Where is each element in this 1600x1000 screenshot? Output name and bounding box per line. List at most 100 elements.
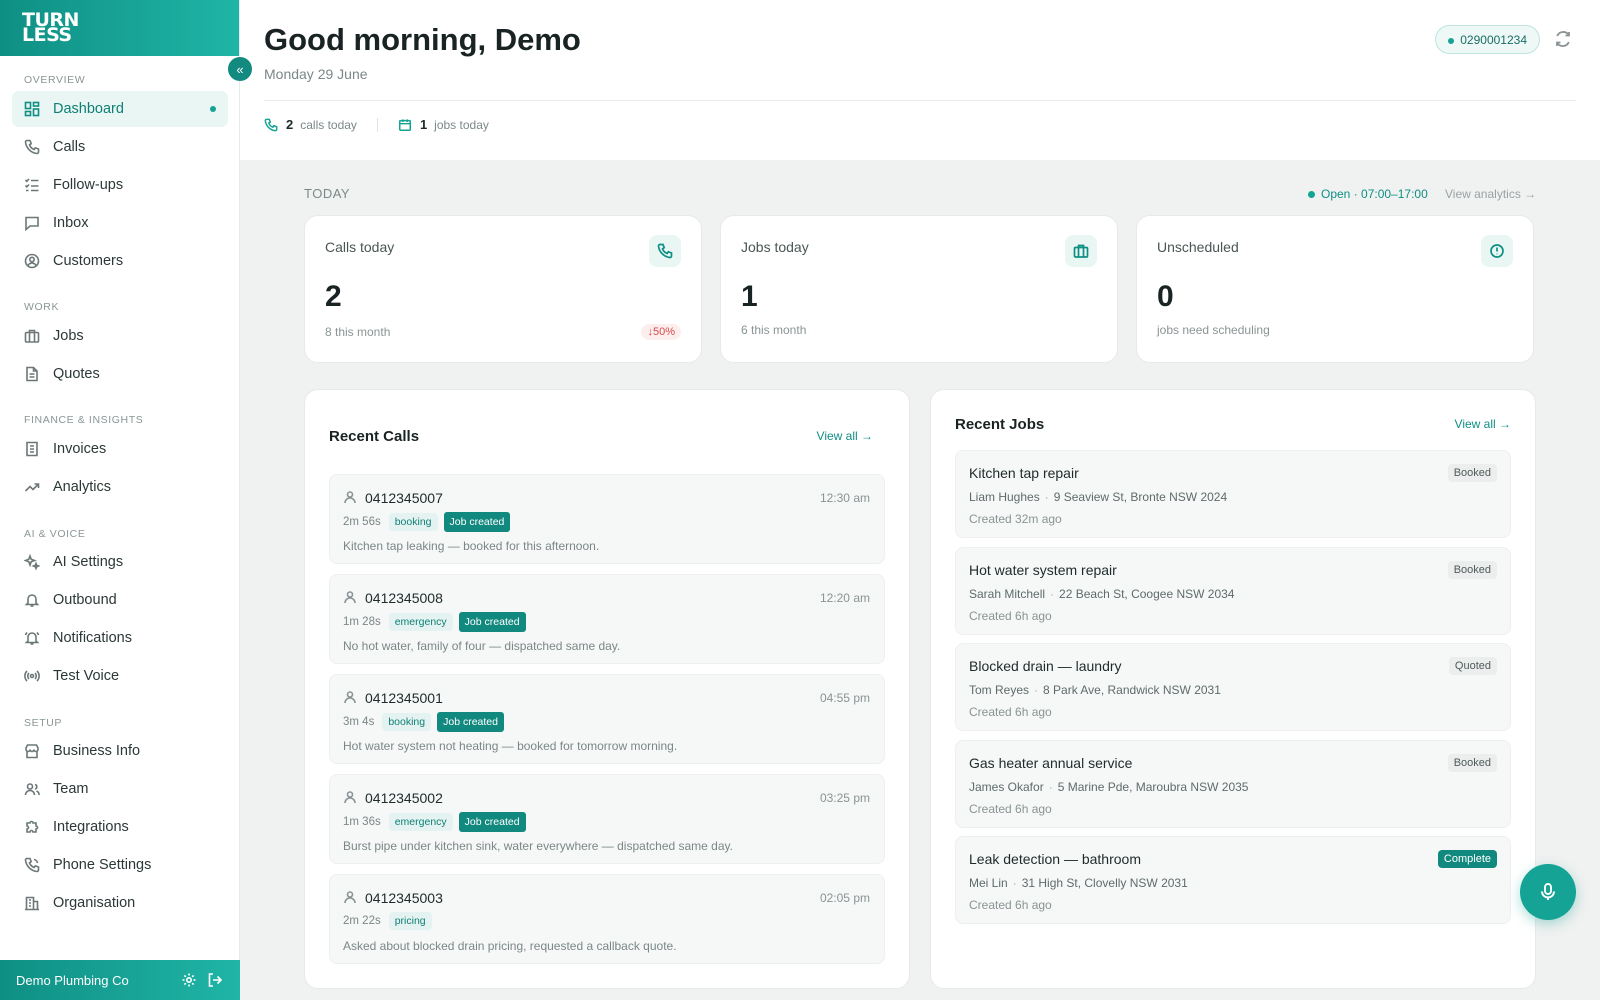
job-created-badge: Job created (437, 712, 504, 732)
call-row[interactable]: 0412345007 12:30 am 2m 56s booking Job c… (329, 474, 885, 564)
sidebar-item-label: Outbound (53, 592, 117, 608)
sidebar-item-organisation[interactable]: Organisation (12, 885, 228, 921)
call-meta: 1m 36s emergency Job created (343, 812, 526, 832)
phone-number-badge[interactable]: 0290001234 (1435, 25, 1540, 54)
section-overview: OVERVIEW (24, 74, 86, 86)
sidebar-item-business-info[interactable]: Business Info (12, 733, 228, 769)
job-created-badge: Job created (458, 612, 526, 632)
intent-tag: pricing (388, 912, 432, 930)
jobs-today-count: 1 (419, 117, 428, 132)
job-created-badge: Job created (443, 512, 511, 532)
sidebar-item-label: Business Info (53, 743, 141, 759)
call-summary: No hot water, family of four — dispatche… (343, 639, 621, 653)
call-meta: 2m 22s pricing (343, 912, 438, 930)
org-name: Demo Plumbing Co (16, 972, 129, 988)
settings-gear-icon[interactable] (181, 972, 197, 988)
sidebar-item-quotes[interactable]: Quotes (12, 356, 228, 392)
sidebar-item-invoices[interactable]: Invoices (12, 431, 228, 467)
job-address: 5 Marine Pde, Maroubra NSW 2035 (1057, 780, 1249, 794)
sidebar-item-calls[interactable]: Calls (12, 129, 228, 165)
sidebar-item-label: Quotes (53, 366, 100, 382)
job-row[interactable]: Blocked drain — laundry Quoted Tom Reyes… (955, 643, 1511, 731)
sidebar-item-follow-ups[interactable]: Follow-ups (12, 167, 228, 203)
call-row[interactable]: 0412345001 04:55 pm 3m 4s booking Job cr… (329, 674, 885, 764)
invoice-icon (24, 441, 40, 457)
phone-icon (264, 118, 278, 131)
user-circle-icon (24, 253, 40, 269)
team-icon (24, 781, 40, 797)
sidebar-item-jobs[interactable]: Jobs (12, 318, 228, 354)
business-hours-status: Open · 07:00–17:00 (1308, 187, 1428, 201)
refresh-icon[interactable] (1554, 30, 1572, 48)
logo[interactable]: TURN LESS (22, 11, 79, 45)
stat-card-unscheduled[interactable]: Unscheduled 0 jobs need scheduling (1136, 215, 1534, 363)
job-address: 31 High St, Clovelly NSW 2031 (1021, 876, 1188, 890)
stat-card-jobs[interactable]: Jobs today 1 6 this month (720, 215, 1118, 363)
job-customer: Sarah Mitchell (969, 587, 1046, 601)
sidebar-item-integrations[interactable]: Integrations (12, 809, 228, 845)
job-row[interactable]: Gas heater annual service Booked James O… (955, 740, 1511, 828)
call-row[interactable]: 0412345003 02:05 pm 2m 22s pricing Asked… (329, 874, 885, 964)
sidebar-item-dashboard[interactable]: Dashboard (12, 91, 228, 127)
recent-jobs-title: Recent Jobs (955, 416, 1045, 433)
sidebar-item-notifications[interactable]: Notifications (12, 620, 228, 656)
sidebar-item-label: Test Voice (53, 668, 120, 684)
page-header: Good morning, Demo Monday 29 June 029000… (240, 0, 1600, 160)
collapse-sidebar-button[interactable]: « (228, 57, 252, 81)
sidebar-item-analytics[interactable]: Analytics (12, 469, 228, 505)
job-created: Created 6h ago (969, 705, 1052, 719)
job-created: Created 6h ago (969, 802, 1052, 816)
calls-today-count: 2 (286, 117, 294, 132)
stat-value: 0 (1157, 280, 1174, 313)
stat-sub: 8 this month (325, 325, 391, 339)
stat-card-calls[interactable]: Calls today 2 8 this month ↓50% (304, 215, 702, 363)
call-meta: 3m 4s booking Job created (343, 712, 504, 732)
call-row[interactable]: 0412345008 12:20 am 1m 28s emergency Job… (329, 574, 885, 664)
job-created-badge: Job created (458, 812, 526, 832)
call-meta: 2m 56s booking Job created (343, 512, 511, 532)
job-created: Created 6h ago (969, 609, 1052, 623)
sidebar-item-outbound[interactable]: Outbound (12, 582, 228, 618)
sidebar-item-phone-settings[interactable]: Phone Settings (12, 847, 228, 883)
status-badge: Complete (1437, 850, 1497, 868)
status-badge: Booked (1447, 754, 1497, 772)
job-title: Blocked drain — laundry (969, 658, 1122, 674)
briefcase-icon (1065, 235, 1097, 267)
view-all-jobs-link[interactable]: View all → (1455, 417, 1511, 431)
job-customer: James Okafor (969, 780, 1044, 794)
job-address: 22 Beach St, Coogee NSW 2034 (1059, 587, 1235, 601)
today-heading: TODAY (304, 186, 351, 201)
caller-number: 0412345001 (365, 690, 443, 706)
recent-calls-title: Recent Calls (329, 428, 420, 445)
sidebar-item-team[interactable]: Team (12, 771, 228, 807)
job-customer: Tom Reyes (969, 683, 1030, 697)
phone-icon (24, 139, 40, 155)
stat-value: 2 (325, 280, 342, 313)
call-row[interactable]: 0412345002 03:25 pm 1m 36s emergency Job… (329, 774, 885, 864)
voice-assistant-button[interactable] (1520, 864, 1576, 920)
section-finance: FINANCE & INSIGHTS (24, 414, 144, 426)
briefcase-icon (24, 328, 40, 344)
view-all-calls-link[interactable]: View all → (817, 429, 873, 443)
call-summary: Kitchen tap leaking — booked for this af… (343, 539, 600, 553)
call-duration: 2m 56s (343, 516, 381, 528)
bell-icon (24, 592, 40, 608)
logout-icon[interactable] (207, 972, 223, 988)
sidebar-item-test-voice[interactable]: Test Voice (12, 658, 228, 694)
sidebar-item-inbox[interactable]: Inbox (12, 205, 228, 241)
job-row[interactable]: Kitchen tap repair Booked Liam Hughes · 9 … (955, 450, 1511, 538)
sidebar-item-ai-settings[interactable]: AI Settings (12, 544, 228, 580)
view-analytics-link[interactable]: View analytics → (1445, 187, 1536, 201)
status-badge: Booked (1447, 561, 1497, 579)
job-created: Created 32m ago (969, 512, 1062, 526)
sparkles-icon (24, 554, 40, 570)
intent-tag: booking (388, 513, 438, 531)
job-row[interactable]: Hot water system repair Booked Sarah Mit… (955, 547, 1511, 635)
job-row[interactable]: Leak detection — bathroom Complete Mei L… (955, 836, 1511, 924)
caller-number: 0412345007 (365, 490, 443, 506)
job-title: Leak detection — bathroom (969, 851, 1141, 867)
phone-icon (649, 235, 681, 267)
sidebar-item-customers[interactable]: Customers (12, 243, 228, 279)
job-address: 8 Park Ave, Randwick NSW 2031 (1043, 683, 1221, 697)
open-status-text: Open · 07:00–17:00 (1321, 187, 1428, 201)
